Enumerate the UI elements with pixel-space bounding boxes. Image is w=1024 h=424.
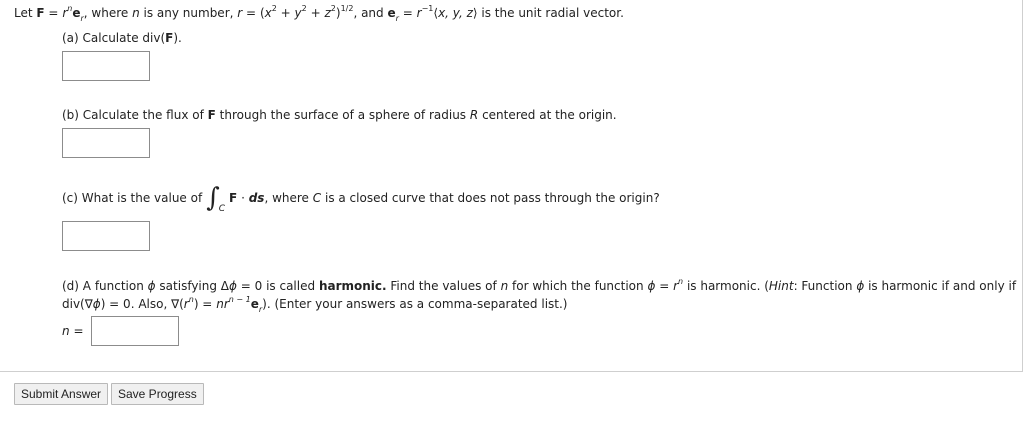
save-progress-button[interactable]: Save Progress [111,383,204,405]
part-d-prompt-line1: (d) A function ϕ satisfying Δϕ = 0 is ca… [62,277,1017,294]
part-a-answer-input[interactable] [62,51,150,81]
part-d-prompt-line2: div(∇ϕ) = 0. Also, ∇(rn) = nrn − 1er). (… [62,295,568,315]
part-b-prompt: (b) Calculate the flux of F through the … [62,108,617,122]
part-a-prompt: (a) Calculate div(F). [62,31,182,45]
integral-symbol: ∫ [206,183,220,213]
part-b-answer-input[interactable] [62,128,150,158]
part-d-answer-input[interactable] [91,316,179,346]
problem-statement: Let F = rner, where n is any number, r =… [14,4,624,24]
part-c-answer-input[interactable] [62,221,150,251]
submit-answer-button[interactable]: Submit Answer [14,383,109,405]
part-d-answer-label: n = [62,324,84,338]
part-c-prompt: (c) What is the value of ∫CF · ds, where … [62,183,660,214]
